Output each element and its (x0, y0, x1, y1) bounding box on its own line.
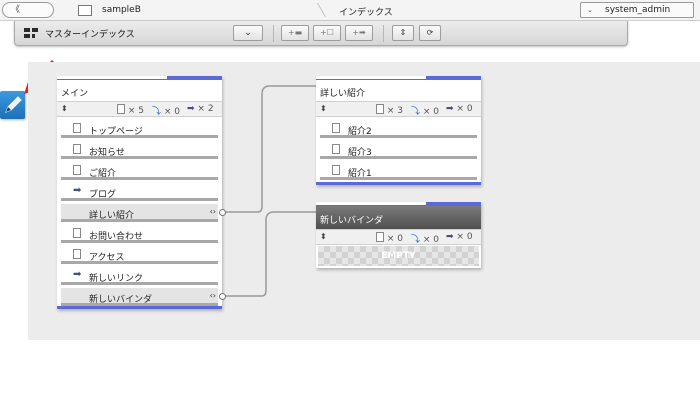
link-out-icon: ➡ (187, 104, 195, 114)
binder-panel: 新しいバインダ ⬍ × 0 ⤵ × 0 ➡ × 0 EMPTY (316, 202, 481, 268)
link-out-icon: ➡ (446, 232, 454, 242)
link-in-count: ⤵ × 0 (411, 235, 440, 245)
connector-dot (219, 209, 226, 216)
page-count: × 0 (376, 232, 403, 244)
menu-item[interactable]: お知らせ (61, 141, 218, 159)
link-in-icon: ⤵ (411, 107, 421, 117)
panel-stats: ⬍ × 0 ⤵ × 0 ➡ × 0 (316, 229, 481, 245)
link-out-count: ➡ × 2 (187, 104, 214, 114)
page-icon (332, 123, 340, 133)
expand-handle-icon[interactable]: ‹› (210, 207, 216, 216)
menu-item[interactable]: ➡ ブログ (61, 183, 218, 201)
page-icon (117, 104, 125, 114)
link-in-icon: ⤵ (152, 107, 162, 117)
link-out-icon: ➡ (446, 104, 454, 114)
link-icon: ➡ (73, 269, 82, 280)
link-in-count: ⤵ × 0 (152, 107, 181, 117)
page-icon (73, 144, 81, 154)
menu-item[interactable]: 新しいバインダ ‹› (61, 288, 218, 306)
panel-stats: ⬍ × 3 ⤵ × 0 ➡ × 0 (316, 101, 481, 117)
sort-icon[interactable]: ⬍ (61, 104, 68, 113)
page-icon (376, 232, 384, 242)
panel-title: 新しいバインダ (320, 216, 384, 226)
connector-dot (219, 293, 226, 300)
menu-item[interactable]: 紹介2 (320, 120, 477, 138)
panel-title: メイン (61, 89, 89, 99)
menu-panel-detail: 詳しい紹介 ⬍ × 3 ⤵ × 0 ➡ × 0 紹介2 紹介3 紹介1 (316, 76, 481, 185)
menu-item[interactable]: アクセス (61, 246, 218, 264)
link-out-count: ➡ × 0 (446, 232, 473, 242)
link-icon: ➡ (73, 185, 82, 196)
link-in-icon: ⤵ (411, 235, 421, 245)
page-icon (332, 165, 340, 175)
page-icon (73, 165, 81, 175)
page-icon (332, 144, 340, 154)
expand-handle-icon[interactable]: ‹› (210, 291, 216, 300)
sort-icon[interactable]: ⬍ (320, 104, 327, 113)
page-icon (73, 228, 81, 238)
menu-panel-main: メイン ⬍ × 5 ⤵ × 0 ➡ × 2 トップページ お知らせ ご紹介 ➡ … (57, 76, 222, 309)
menu-item[interactable]: トップページ (61, 120, 218, 138)
page-icon (73, 249, 81, 259)
menu-item[interactable]: お問い合わせ (61, 225, 218, 243)
panel-title: 詳しい紹介 (320, 89, 366, 99)
page-icon (376, 104, 384, 114)
menu-item[interactable]: ご紹介 (61, 162, 218, 180)
menu-item[interactable]: 紹介1 (320, 162, 477, 180)
link-out-count: ➡ × 0 (446, 104, 473, 114)
sort-icon[interactable]: ⬍ (320, 232, 327, 241)
page-icon (73, 123, 81, 133)
page-count: × 5 (117, 104, 144, 116)
binder-header: 新しいバインダ (316, 206, 481, 229)
menu-item[interactable]: 詳しい紹介 ‹› (61, 204, 218, 222)
link-in-count: ⤵ × 0 (411, 107, 440, 117)
page-count: × 3 (376, 104, 403, 116)
empty-drop-zone[interactable]: EMPTY (318, 246, 479, 266)
menu-item[interactable]: ➡ 新しいリンク (61, 267, 218, 285)
panel-stats: ⬍ × 5 ⤵ × 0 ➡ × 2 (57, 101, 222, 117)
menu-item[interactable]: 紹介3 (320, 141, 477, 159)
